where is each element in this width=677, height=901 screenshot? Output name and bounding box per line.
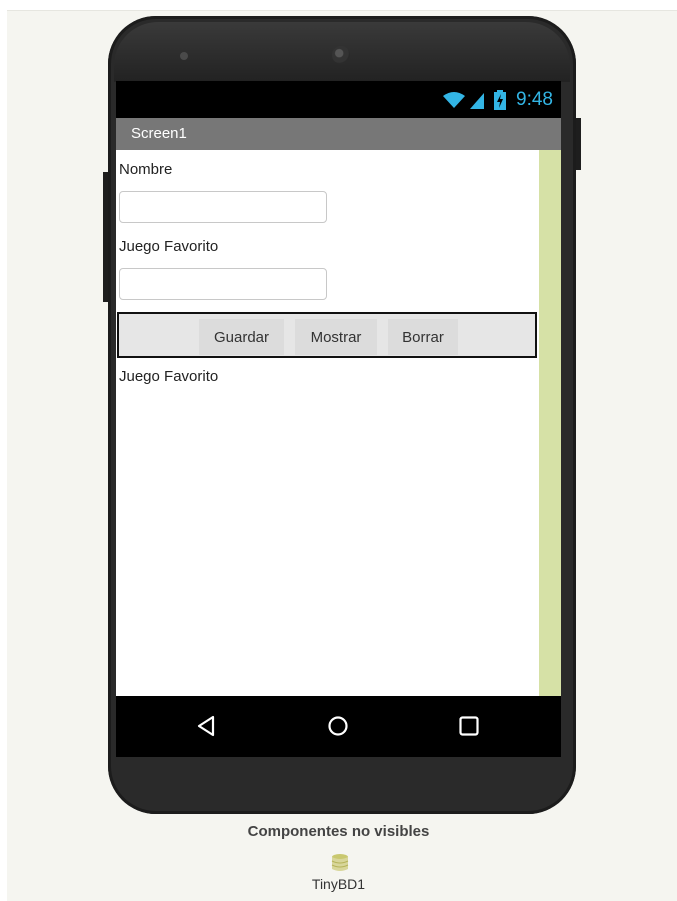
tinybd-label: TinyBD1 (311, 876, 366, 892)
result-label: Juego Favorito (119, 368, 219, 385)
phone-side-button-right (576, 118, 581, 170)
label-juego-favorito: Juego Favorito (119, 238, 219, 255)
nombre-input[interactable] (119, 191, 327, 223)
camera-icon (332, 46, 350, 64)
scrollbar[interactable] (539, 150, 561, 696)
back-icon[interactable] (195, 715, 217, 742)
borrar-button[interactable]: Borrar (388, 319, 458, 355)
label-nombre: Nombre (119, 161, 173, 178)
screen-title: Screen1 (131, 125, 187, 142)
signal-icon (470, 91, 485, 109)
home-icon[interactable] (327, 715, 349, 742)
navigation-bar (116, 696, 561, 757)
title-bar: Screen1 (116, 118, 561, 150)
status-icons: 9:48 (442, 89, 553, 111)
screen-content: Nombre Juego Favorito Guardar Mostrar Bo… (116, 150, 539, 696)
juego-favorito-input[interactable] (119, 268, 327, 300)
sensor-dot (180, 52, 188, 60)
mostrar-button[interactable]: Mostrar (295, 319, 377, 355)
guardar-button[interactable]: Guardar (199, 319, 284, 355)
status-bar: 9:48 (116, 81, 561, 118)
database-icon[interactable] (331, 853, 349, 878)
battery-charging-icon (494, 90, 507, 110)
button-arrangement: Guardar Mostrar Borrar (117, 312, 537, 358)
phone-screen: 9:48 Screen1 Nombre Juego Favorito Guard… (116, 81, 561, 757)
wifi-icon (442, 91, 466, 109)
recents-icon[interactable] (458, 715, 480, 742)
status-time: 9:48 (516, 89, 553, 110)
designer-page: 9:48 Screen1 Nombre Juego Favorito Guard… (0, 0, 677, 901)
non-visible-components-title: Componentes no visibles (247, 823, 430, 840)
